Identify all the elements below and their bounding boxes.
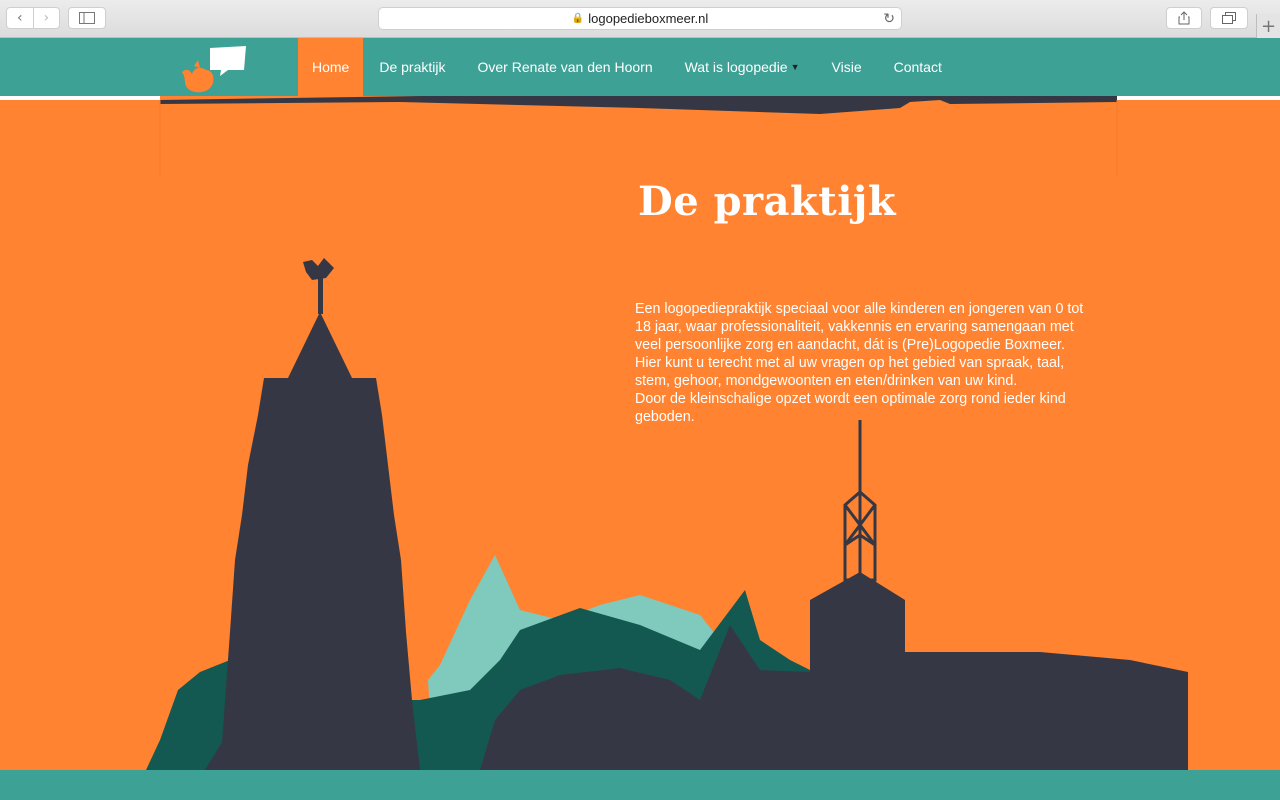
back-icon: ‹	[16, 10, 23, 26]
forward-button[interactable]: ›	[32, 7, 60, 29]
nav-item-label: Over Renate van den Hoorn	[477, 59, 653, 75]
reload-icon[interactable]: ↻	[883, 10, 895, 27]
intro-text: Een logopediepraktijk speciaal voor alle…	[635, 300, 1085, 426]
new-tab-button[interactable]: +	[1256, 14, 1280, 38]
sidebar-button[interactable]	[68, 7, 106, 29]
paragraph: Hier kunt u terecht met al uw vragen op …	[635, 355, 1065, 389]
lock-icon: 🔒	[571, 13, 585, 24]
nav-item-contact[interactable]: Contact	[878, 38, 958, 96]
browser-toolbar: ‹ › 🔒 logopedieboxmeer.nl ↻ +	[0, 0, 1280, 38]
main-nav: Home De praktijk Over Renate van den Hoo…	[298, 38, 958, 96]
share-icon	[1178, 11, 1190, 25]
history-buttons: ‹ ›	[6, 7, 60, 29]
url-text: logopedieboxmeer.nl	[588, 11, 709, 26]
forward-icon: ›	[43, 10, 50, 26]
site-logo[interactable]	[180, 42, 250, 94]
tabs-button[interactable]	[1210, 7, 1248, 29]
share-button[interactable]	[1166, 7, 1202, 29]
nav-item-label: Contact	[893, 59, 942, 75]
caret-down-icon: ▼	[790, 62, 800, 72]
nav-item-wat-is-logopedie[interactable]: Wat is logopedie ▼	[669, 38, 816, 96]
address-bar[interactable]: 🔒 logopedieboxmeer.nl ↻	[378, 7, 902, 30]
tabs-icon	[1222, 12, 1236, 24]
paragraph: Een logopediepraktijk speciaal voor alle…	[635, 301, 1084, 353]
nav-item-over-renate[interactable]: Over Renate van den Hoorn	[462, 38, 669, 96]
nav-item-visie[interactable]: Visie	[816, 38, 878, 96]
nav-item-label: Visie	[831, 59, 862, 75]
nav-item-label: De praktijk	[379, 59, 446, 75]
plus-icon: +	[1260, 15, 1277, 37]
site-header: Home De praktijk Over Renate van den Hoo…	[0, 38, 1280, 96]
back-button[interactable]: ‹	[6, 7, 33, 29]
header-divider-left	[0, 96, 160, 100]
nav-item-de-praktijk[interactable]: De praktijk	[363, 38, 461, 96]
paragraph: Door de kleinschalige opzet wordt een op…	[635, 391, 1066, 425]
nav-item-label: Home	[312, 59, 350, 75]
sidebar-icon	[79, 12, 95, 24]
nav-item-label: Wat is logopedie	[684, 59, 788, 75]
page-title: De praktijk	[638, 178, 897, 225]
header-divider-right	[1117, 96, 1280, 100]
site-footer	[0, 770, 1280, 800]
nav-item-home[interactable]: Home	[298, 38, 364, 96]
